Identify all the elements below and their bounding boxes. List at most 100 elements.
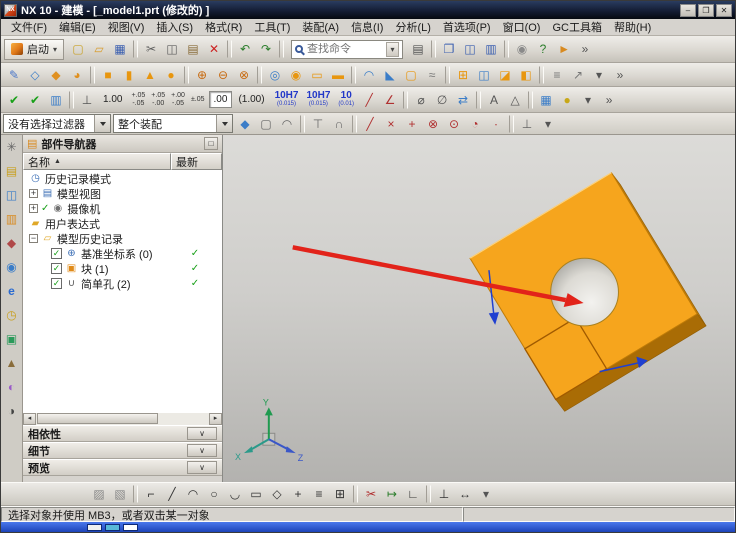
forward-icon[interactable]: ►	[554, 39, 574, 59]
hole-icon[interactable]: ◎	[265, 65, 285, 85]
column-header-name[interactable]: 名称 ▲	[23, 153, 171, 170]
existing-point-snap-icon[interactable]: ∙	[486, 114, 506, 134]
menu-assemblies[interactable]: 装配(A)	[296, 18, 345, 36]
split-body-icon[interactable]: ◧	[516, 65, 536, 85]
menu-gc-toolbox[interactable]: GC工具箱	[546, 18, 608, 36]
tolerance-value[interactable]: ±.05	[188, 90, 208, 109]
roles-icon[interactable]: ◐	[2, 377, 22, 397]
selection-scope-combo[interactable]: 整个装配	[113, 114, 233, 133]
boss-icon[interactable]: ◉	[286, 65, 306, 85]
chamfer-icon[interactable]: ◣	[380, 65, 400, 85]
chevron-down-icon[interactable]: ∨	[187, 427, 217, 440]
datum-triangle-icon[interactable]: △	[505, 90, 525, 110]
profile-icon[interactable]: ⌐	[141, 484, 161, 504]
chevron-down-icon[interactable]: ∨	[187, 461, 217, 474]
reference-value[interactable]: (1.00)	[233, 91, 269, 108]
top-selection-icon[interactable]: ⊤	[308, 114, 328, 134]
perpendicular-snap-icon[interactable]: ⊥	[517, 114, 537, 134]
menu-information[interactable]: 信息(I)	[345, 18, 389, 36]
taskbar-window[interactable]	[87, 524, 102, 531]
menu-help[interactable]: 帮助(H)	[608, 18, 657, 36]
solid-body[interactable]	[470, 173, 706, 412]
menu-tools[interactable]: 工具(T)	[248, 18, 296, 36]
cut-icon[interactable]: ✂	[141, 39, 161, 59]
pattern-feature-icon[interactable]: ⊞	[453, 65, 473, 85]
point-icon[interactable]: +	[288, 484, 308, 504]
menu-format[interactable]: 格式(R)	[199, 18, 248, 36]
no-tolerance-icon[interactable]: ∅	[432, 90, 452, 110]
save-icon[interactable]: ▦	[110, 39, 130, 59]
tolerance-value[interactable]: +.05 -.05	[128, 90, 148, 109]
chevron-down-icon[interactable]	[94, 115, 110, 132]
tree-row-history-mode[interactable]: ◷ 历史记录模式	[23, 171, 222, 186]
toolbar-overflow-icon[interactable]: »	[599, 90, 619, 110]
preview-panel[interactable]: 预览 ∨	[23, 459, 222, 476]
edge-blend-icon[interactable]: ◠	[359, 65, 379, 85]
viewport-canvas[interactable]: Y X Z	[223, 135, 735, 482]
open-icon[interactable]: ▱	[89, 39, 109, 59]
tree-row-cameras[interactable]: + ✓ ◉ 摄像机	[23, 201, 222, 216]
copy-icon[interactable]: ◫	[162, 39, 182, 59]
sketch-icon[interactable]: ✎	[4, 65, 24, 85]
constraint-navigator-icon[interactable]: ◫	[2, 185, 22, 205]
cylinder-icon[interactable]: ▮	[119, 65, 139, 85]
scale-body-icon[interactable]: ↗	[568, 65, 588, 85]
revolve-icon[interactable]: ◕	[67, 65, 87, 85]
column-header-latest[interactable]: 最新	[171, 153, 222, 170]
pocket-icon[interactable]: ▭	[307, 65, 327, 85]
menu-view[interactable]: 视图(V)	[102, 18, 151, 36]
node-checkbox[interactable]: ✓	[51, 278, 62, 289]
sketch-display-icon[interactable]: ▧	[110, 484, 130, 504]
text-annotation-icon[interactable]: A	[484, 90, 504, 110]
quick-trim-icon[interactable]: ✂	[361, 484, 381, 504]
start-button[interactable]: 启动 ▾	[4, 39, 64, 60]
grid-icon[interactable]: ▦	[536, 90, 556, 110]
scroll-right-icon[interactable]: ▸	[209, 413, 222, 425]
tolerance-value[interactable]: +.05 -.00	[148, 90, 168, 109]
diameter-icon[interactable]: ⌀	[411, 90, 431, 110]
finish-sketch-icon[interactable]: ▨	[89, 484, 109, 504]
expander-box[interactable]: +	[29, 204, 38, 213]
undock-button[interactable]: □	[204, 137, 218, 150]
offset-curve-icon[interactable]: ≡	[309, 484, 329, 504]
touch-mode-icon[interactable]: ◉	[512, 39, 532, 59]
undo-icon[interactable]: ↶	[235, 39, 255, 59]
maximize-button[interactable]: ❐	[698, 4, 714, 17]
swap-icon[interactable]: ⇄	[453, 90, 473, 110]
fit-tolerance-value[interactable]: 10H7 (0.015)	[271, 90, 303, 110]
select-lasso-icon[interactable]: ◠	[277, 114, 297, 134]
tree-row-user-expressions[interactable]: ▰ 用户表达式	[23, 216, 222, 231]
tree-row-simple-hole[interactable]: ✓ ∪ 简单孔 (2) ✓	[23, 276, 222, 291]
history-icon[interactable]: ◷	[2, 305, 22, 325]
quick-extend-icon[interactable]: ↦	[382, 484, 402, 504]
active-tolerance-value[interactable]: .00	[209, 91, 233, 108]
scrollbar-thumb[interactable]	[37, 413, 158, 424]
reuse-library-icon[interactable]: ◆	[2, 233, 22, 253]
menu-file[interactable]: 文件(F)	[5, 18, 53, 36]
view-triad[interactable]: Y X Z	[235, 397, 304, 463]
redo-icon[interactable]: ↷	[256, 39, 276, 59]
block-icon[interactable]: ■	[98, 65, 118, 85]
circle-icon[interactable]: ○	[204, 484, 224, 504]
pad-icon[interactable]: ▬	[328, 65, 348, 85]
tolerance-value[interactable]: 1.00	[98, 91, 127, 108]
tree-row-block[interactable]: ✓ ▣ 块 (1) ✓	[23, 261, 222, 276]
datum-plane-icon[interactable]: ◇	[25, 65, 45, 85]
section-view-icon[interactable]: ▥	[46, 90, 66, 110]
window-cascade-icon[interactable]: ◫	[460, 39, 480, 59]
more-features-icon[interactable]: ▾	[589, 65, 609, 85]
geometric-constraints-icon[interactable]: ⊥	[434, 484, 454, 504]
node-checkbox[interactable]: ✓	[51, 263, 62, 274]
help-icon[interactable]: ?	[533, 39, 553, 59]
select-rectangle-icon[interactable]: ▢	[256, 114, 276, 134]
simple-hole[interactable]	[551, 258, 619, 326]
thread-icon[interactable]: ≈	[422, 65, 442, 85]
extrude-icon[interactable]: ◆	[46, 65, 66, 85]
paste-icon[interactable]: ▤	[183, 39, 203, 59]
snap-point-icon[interactable]: ◆	[235, 114, 255, 134]
intersection-snap-icon[interactable]: ⊗	[423, 114, 443, 134]
process-studio-icon[interactable]: ▣	[2, 329, 22, 349]
tolerance-value[interactable]: +.00 -.05	[168, 90, 188, 109]
details-panel[interactable]: 细节 ∨	[23, 442, 222, 459]
system-materials-icon[interactable]: ◑	[2, 401, 22, 421]
